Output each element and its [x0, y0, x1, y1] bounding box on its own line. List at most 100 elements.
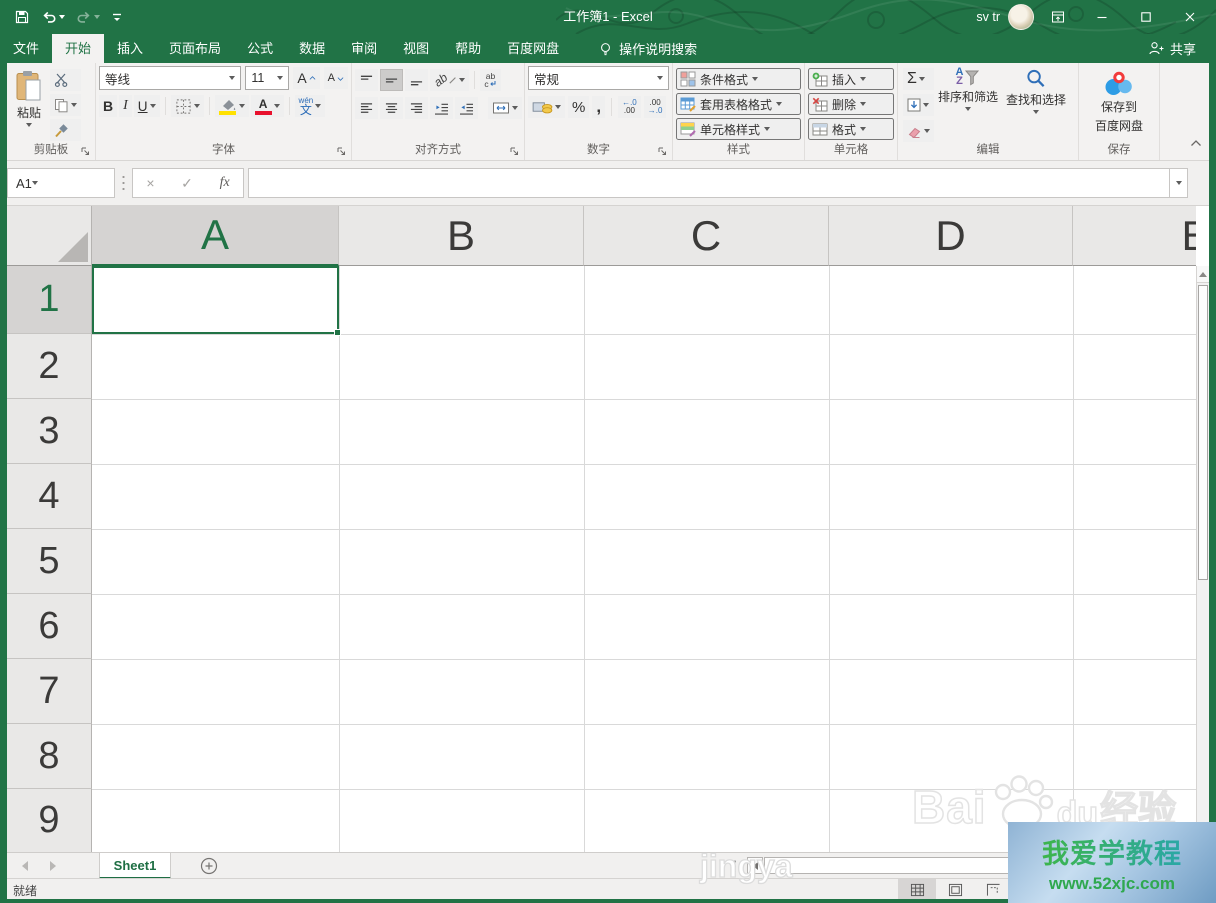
format-as-table-button[interactable]: 套用表格格式	[676, 93, 801, 115]
cancel-icon[interactable]: ×	[146, 175, 154, 191]
shrink-font-button[interactable]: A	[323, 67, 348, 89]
font-name-combo[interactable]: 等线	[99, 66, 242, 90]
sort-filter-button[interactable]: AZ 排序和筛选	[934, 66, 1002, 142]
tell-me-search[interactable]: 操作说明搜索	[598, 34, 697, 63]
row-header-4[interactable]: 4	[7, 464, 92, 529]
borders-button[interactable]	[170, 95, 204, 117]
underline-button[interactable]: U	[133, 95, 160, 117]
wrap-text-button[interactable]: ab c	[480, 69, 501, 91]
increase-decimal-button[interactable]: ←.0.00	[618, 96, 641, 118]
tab-file[interactable]: 文件	[0, 34, 52, 63]
formula-input[interactable]	[248, 168, 1170, 198]
normal-view-button[interactable]	[898, 879, 936, 900]
tab-data[interactable]: 数据	[286, 34, 338, 63]
name-box[interactable]: A1	[7, 168, 115, 198]
decrease-decimal-button[interactable]: .00 →.0	[643, 96, 667, 118]
paste-button[interactable]: 粘贴	[10, 66, 48, 142]
enter-icon[interactable]: ✓	[181, 175, 193, 192]
bold-button[interactable]: B	[99, 95, 118, 117]
save-to-baidu-button[interactable]: 保存到 百度网盘	[1091, 66, 1147, 142]
format-cells-button[interactable]: 格式	[808, 118, 894, 140]
number-dialog-launcher[interactable]	[657, 144, 670, 157]
top-align-button[interactable]	[355, 69, 378, 91]
cell-styles-button[interactable]: 单元格样式	[676, 118, 801, 140]
tab-insert[interactable]: 插入	[104, 34, 156, 63]
column-header-a[interactable]: A	[92, 206, 339, 266]
maximize-button[interactable]	[1126, 0, 1166, 34]
page-break-preview-button[interactable]	[974, 879, 1012, 900]
tab-formulas[interactable]: 公式	[234, 34, 286, 63]
tab-home[interactable]: 开始	[52, 34, 105, 63]
tab-review[interactable]: 审阅	[338, 34, 390, 63]
conditional-formatting-button[interactable]: 条件格式	[676, 68, 801, 90]
cells-area[interactable]	[92, 266, 1196, 852]
expand-formula-bar-button[interactable]	[1170, 168, 1188, 198]
new-sheet-button[interactable]	[200, 857, 218, 880]
next-sheet-button[interactable]	[50, 861, 56, 871]
bottom-align-button[interactable]	[405, 69, 428, 91]
font-dialog-launcher[interactable]	[336, 144, 349, 157]
close-button[interactable]	[1170, 0, 1210, 34]
fill-color-button[interactable]	[214, 95, 249, 117]
insert-function-icon[interactable]: fx	[220, 175, 230, 191]
font-color-button[interactable]: A	[250, 95, 284, 117]
insert-cells-button[interactable]: 插入	[808, 68, 894, 90]
align-left-button[interactable]	[355, 97, 378, 119]
tab-page-layout[interactable]: 页面布局	[156, 34, 234, 63]
row-header-6[interactable]: 6	[7, 594, 92, 659]
column-header-c[interactable]: C	[584, 206, 829, 266]
font-size-combo[interactable]: 11	[245, 66, 290, 90]
share-button[interactable]: 共享	[1148, 34, 1216, 63]
redo-button[interactable]	[72, 6, 104, 28]
comma-style-button[interactable]: ,	[592, 96, 606, 118]
vertical-scrollbar[interactable]	[1196, 266, 1209, 852]
sheet-tab-sheet1[interactable]: Sheet1	[99, 853, 171, 879]
select-all-corner[interactable]	[7, 206, 92, 266]
row-header-1[interactable]: 1	[7, 266, 92, 334]
format-painter-button[interactable]	[50, 119, 81, 141]
column-header-b[interactable]: B	[339, 206, 584, 266]
fill-button[interactable]	[903, 94, 934, 116]
align-center-button[interactable]	[380, 97, 403, 119]
name-box-resize-handle[interactable]	[122, 174, 125, 192]
autosum-button[interactable]: Σ	[903, 68, 934, 90]
vertical-scrollbar-thumb[interactable]	[1198, 285, 1208, 580]
decrease-indent-button[interactable]	[430, 97, 453, 119]
row-header-2[interactable]: 2	[7, 334, 92, 399]
fill-handle[interactable]	[334, 329, 341, 336]
clipboard-dialog-launcher[interactable]	[80, 144, 93, 157]
percent-style-button[interactable]: %	[568, 96, 590, 118]
tab-splitter-handle[interactable]	[733, 859, 737, 873]
scroll-up-button[interactable]	[1197, 266, 1209, 283]
minimize-button[interactable]	[1082, 0, 1122, 34]
ribbon-display-options-button[interactable]	[1038, 0, 1078, 34]
orientation-button[interactable]: ab	[430, 69, 470, 91]
column-header-d[interactable]: D	[829, 206, 1073, 266]
tab-baidu-netdisk[interactable]: 百度网盘	[494, 34, 572, 63]
qat-customize-button[interactable]	[107, 8, 127, 26]
cut-button[interactable]	[50, 69, 81, 91]
alignment-dialog-launcher[interactable]	[509, 144, 522, 157]
merge-center-button[interactable]	[488, 97, 522, 119]
row-header-5[interactable]: 5	[7, 529, 92, 594]
number-format-combo[interactable]: 常规	[528, 66, 669, 90]
undo-button[interactable]	[37, 6, 69, 28]
page-layout-view-button[interactable]	[936, 879, 974, 900]
find-select-button[interactable]: 查找和选择	[1002, 66, 1070, 142]
tab-help[interactable]: 帮助	[442, 34, 494, 63]
delete-cells-button[interactable]: 删除	[808, 93, 894, 115]
row-header-8[interactable]: 8	[7, 724, 92, 789]
middle-align-button[interactable]	[380, 69, 403, 91]
hscroll-left-button[interactable]	[747, 857, 763, 874]
horizontal-scrollbar-thumb[interactable]	[764, 857, 1010, 874]
save-button[interactable]	[10, 6, 34, 28]
clear-button[interactable]	[903, 120, 934, 142]
collapse-ribbon-button[interactable]	[1190, 134, 1202, 152]
user-name[interactable]: sv tr	[976, 10, 1000, 24]
phonetic-guide-button[interactable]: wén 文	[294, 95, 326, 117]
align-right-button[interactable]	[405, 97, 428, 119]
prev-sheet-button[interactable]	[22, 861, 28, 871]
accounting-format-button[interactable]	[528, 96, 565, 118]
increase-indent-button[interactable]	[455, 97, 478, 119]
italic-button[interactable]: I	[119, 95, 132, 117]
